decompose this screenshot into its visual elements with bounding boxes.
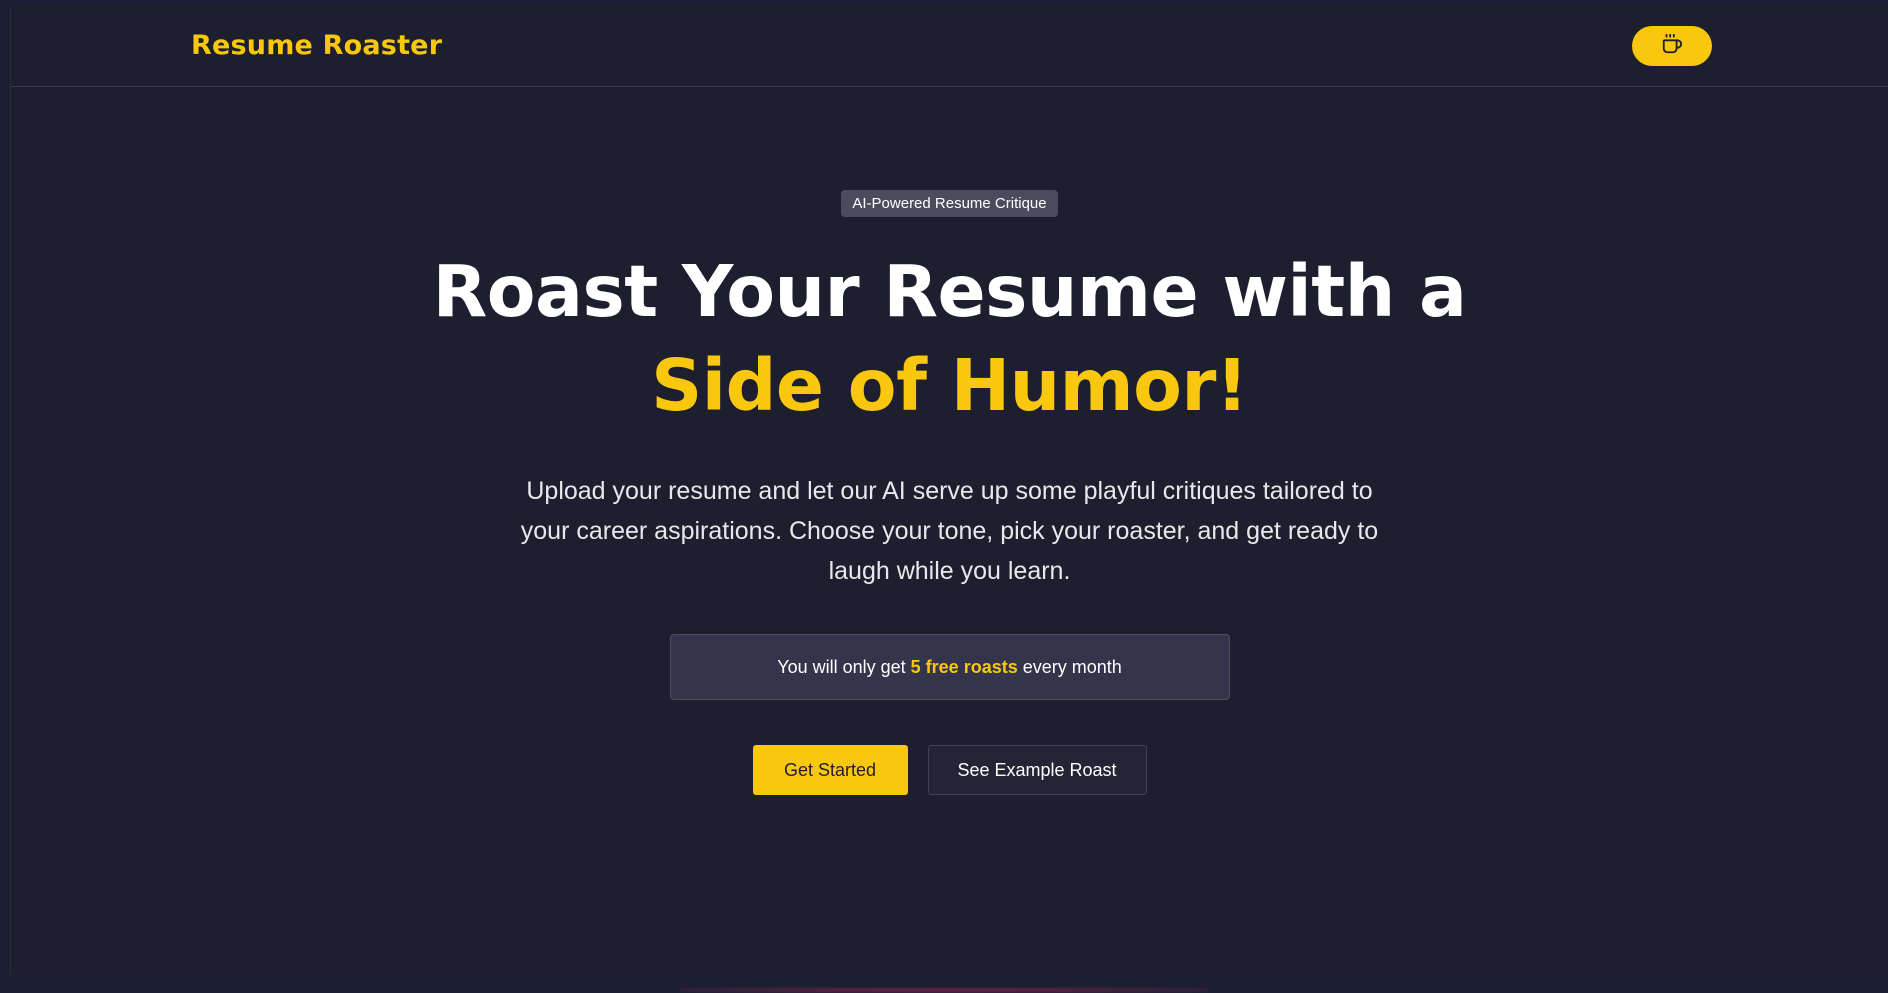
buy-me-a-coffee-button[interactable]	[1632, 26, 1712, 66]
see-example-roast-button[interactable]: See Example Roast	[928, 745, 1147, 795]
hero-subtitle: Upload your resume and let our AI serve …	[520, 471, 1380, 591]
brand-logo-link[interactable]: Resume Roaster	[191, 30, 442, 61]
navbar: Resume Roaster	[11, 6, 1888, 87]
page-title: Roast Your Resume with a Side of Humor!	[433, 245, 1467, 433]
feature-badge: AI-Powered Resume Critique	[841, 190, 1057, 217]
notice-prefix: You will only get	[777, 657, 910, 678]
hero-section: AI-Powered Resume Critique Roast Your Re…	[11, 190, 1888, 795]
hero-actions: Get Started See Example Roast	[753, 745, 1147, 795]
headline-line-2: Side of Humor!	[433, 339, 1467, 433]
notice-suffix: every month	[1018, 657, 1122, 678]
bottom-glow	[680, 987, 1208, 993]
coffee-cup-icon	[1661, 33, 1683, 60]
notice-highlight: 5 free roasts	[911, 657, 1018, 678]
get-started-button[interactable]: Get Started	[753, 745, 908, 795]
free-roasts-notice: You will only get 5 free roasts every mo…	[670, 634, 1230, 700]
app-frame: Resume Roaster AI-Powered Resume Critiqu…	[10, 6, 1888, 975]
headline-line-1: Roast Your Resume with a	[433, 250, 1467, 333]
